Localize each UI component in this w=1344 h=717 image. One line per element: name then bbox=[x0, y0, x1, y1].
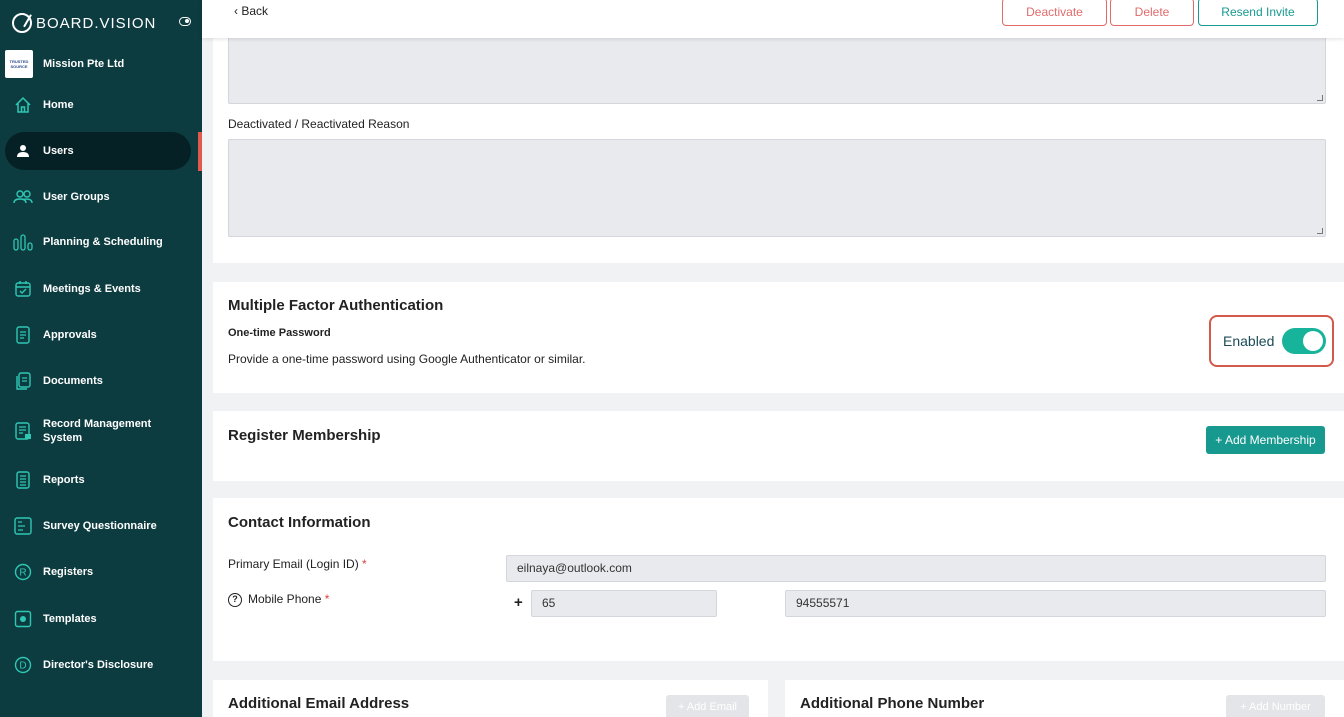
membership-title: Register Membership bbox=[228, 427, 381, 444]
board-vision-logo-icon bbox=[12, 13, 32, 33]
sidebar-item-label: Record Management System bbox=[43, 418, 152, 444]
additional-phone-title: Additional Phone Number bbox=[800, 695, 985, 712]
mfa-card: Multiple Factor Authentication One-time … bbox=[213, 282, 1344, 393]
sidebar-toggle-icon[interactable] bbox=[179, 17, 191, 26]
brand[interactable]: BOARD.VISION bbox=[12, 10, 197, 36]
add-membership-button[interactable]: + Add Membership bbox=[1206, 426, 1325, 454]
additional-email-card: Additional Email Address + Add Email bbox=[213, 680, 768, 717]
mobile-phone-field[interactable]: 94555571 bbox=[785, 590, 1326, 617]
sidebar-item-label: Survey Questionnaire bbox=[43, 520, 157, 532]
sidebar-item-label: Meetings & Events bbox=[43, 283, 141, 295]
survey-icon bbox=[13, 516, 33, 536]
action-bar: ‹ Back Deactivate Delete Resend Invite bbox=[202, 0, 1344, 38]
resize-grip-icon[interactable] bbox=[1317, 95, 1323, 101]
template-icon bbox=[13, 609, 33, 629]
sidebar-item-documents[interactable]: Documents bbox=[5, 362, 191, 400]
sidebar-item-user-groups[interactable]: User Groups bbox=[5, 178, 191, 216]
sidebar-item-directors-disclosure[interactable]: D Director's Disclosure bbox=[5, 646, 191, 684]
calendar-icon bbox=[13, 279, 33, 299]
plus-sign: + bbox=[514, 594, 523, 611]
svg-text:R: R bbox=[19, 568, 26, 579]
report-icon bbox=[13, 470, 33, 490]
svg-text:D: D bbox=[19, 661, 26, 672]
sidebar: BOARD.VISION TRUSTED SOURCE Mission Pte … bbox=[0, 0, 202, 717]
mfa-title: Multiple Factor Authentication bbox=[228, 297, 444, 314]
primary-email-label: Primary Email (Login ID) * bbox=[228, 557, 367, 571]
contact-title: Contact Information bbox=[228, 514, 371, 531]
reason-card: Deactivated / Reactivated Reason bbox=[213, 34, 1344, 263]
sidebar-item-label: Planning & Scheduling bbox=[43, 236, 163, 248]
reason-label: Deactivated / Reactivated Reason bbox=[228, 117, 410, 131]
contact-card: Contact Information Primary Email (Login… bbox=[213, 498, 1344, 661]
brand-name: BOARD.VISION bbox=[36, 14, 157, 32]
sidebar-item-templates[interactable]: Templates bbox=[5, 600, 191, 638]
resend-invite-button[interactable]: Resend Invite bbox=[1198, 0, 1318, 26]
organization-switcher[interactable]: TRUSTED SOURCE Mission Pte Ltd bbox=[5, 50, 195, 78]
additional-email-title: Additional Email Address bbox=[228, 695, 410, 712]
sidebar-item-users[interactable]: Users bbox=[5, 132, 191, 170]
add-number-button[interactable]: + Add Number bbox=[1226, 695, 1325, 717]
sidebar-item-label: Templates bbox=[43, 613, 97, 625]
documents-icon bbox=[13, 371, 33, 391]
users-icon bbox=[13, 187, 33, 207]
sidebar-item-label: Reports bbox=[43, 474, 85, 486]
sidebar-item-approvals[interactable]: Approvals bbox=[5, 316, 191, 354]
membership-card: Register Membership + Add Membership bbox=[213, 411, 1344, 481]
user-icon bbox=[13, 141, 33, 161]
sidebar-item-survey-questionnaire[interactable]: Survey Questionnaire bbox=[5, 507, 191, 545]
reason-textarea[interactable] bbox=[228, 139, 1326, 237]
sidebar-item-label: Home bbox=[43, 99, 74, 111]
deactivate-button[interactable]: Deactivate bbox=[1002, 0, 1107, 26]
toggle-knob bbox=[1303, 331, 1324, 351]
sidebar-item-record-management[interactable]: Record Management System bbox=[5, 410, 191, 452]
disclosure-icon: D bbox=[13, 655, 33, 675]
sidebar-item-label: Approvals bbox=[43, 329, 97, 341]
help-icon[interactable]: ? bbox=[228, 592, 242, 607]
required-mark: * bbox=[362, 557, 367, 571]
sidebar-item-label: Users bbox=[43, 145, 74, 157]
country-code-field[interactable]: 65 bbox=[531, 590, 717, 617]
sidebar-item-label: User Groups bbox=[43, 191, 110, 203]
otp-title: One-time Password bbox=[228, 327, 331, 339]
sidebar-item-planning-scheduling[interactable]: Planning & Scheduling bbox=[5, 223, 191, 261]
mfa-status-label: Enabled bbox=[1223, 333, 1275, 349]
required-mark: * bbox=[324, 592, 330, 606]
document-icon bbox=[13, 325, 33, 345]
sidebar-item-label: Director's Disclosure bbox=[43, 659, 154, 671]
sidebar-item-label: Documents bbox=[43, 375, 103, 387]
bar-chart-icon bbox=[13, 232, 33, 252]
add-email-button[interactable]: + Add Email bbox=[666, 695, 749, 717]
registered-icon: R bbox=[13, 562, 33, 582]
sidebar-item-meetings-events[interactable]: Meetings & Events bbox=[5, 270, 191, 308]
main-content: ‹ Back Deactivate Delete Resend Invite D… bbox=[202, 0, 1344, 717]
additional-phone-card: Additional Phone Number + Add Number bbox=[785, 680, 1344, 717]
primary-email-field[interactable]: eilnaya@outlook.com bbox=[506, 555, 1326, 582]
sidebar-item-reports[interactable]: Reports bbox=[5, 461, 191, 499]
sidebar-item-label: Registers bbox=[43, 566, 94, 578]
notes-textarea[interactable] bbox=[228, 34, 1326, 104]
delete-button[interactable]: Delete bbox=[1110, 0, 1194, 26]
mobile-phone-label: ? Mobile Phone * bbox=[228, 592, 329, 607]
org-logo: TRUSTED SOURCE bbox=[5, 50, 33, 78]
org-name: Mission Pte Ltd bbox=[43, 58, 125, 70]
home-icon bbox=[13, 95, 33, 115]
mfa-toggle-switch[interactable] bbox=[1282, 328, 1327, 354]
sidebar-item-home[interactable]: Home bbox=[5, 86, 191, 124]
back-link[interactable]: ‹ Back bbox=[234, 4, 268, 18]
record-icon bbox=[13, 421, 33, 441]
otp-description: Provide a one-time password using Google… bbox=[228, 352, 586, 366]
mfa-toggle-highlight: Enabled bbox=[1209, 315, 1334, 367]
sidebar-item-registers[interactable]: R Registers bbox=[5, 553, 191, 591]
resize-grip-icon[interactable] bbox=[1317, 228, 1323, 234]
